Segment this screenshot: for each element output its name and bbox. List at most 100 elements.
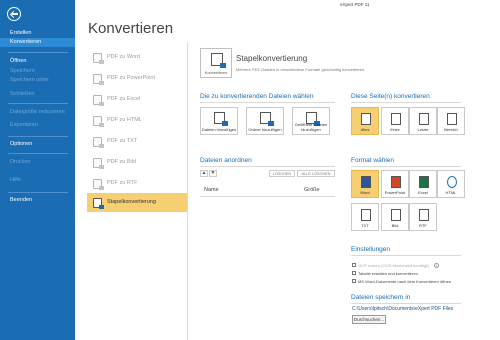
convert-item-html[interactable]: PDF zu HTML xyxy=(87,111,187,130)
pages-first-button[interactable]: Erste xyxy=(381,107,409,135)
sidebar-divider xyxy=(8,136,68,137)
pages-section-title: Diese Seite(n) konvertieren xyxy=(351,93,430,100)
ocr-option-label: OCR nutzen (OCR-Modul wird benötigt) xyxy=(358,263,429,268)
format-powerpoint-button[interactable]: PowerPoint xyxy=(381,170,409,198)
add-files-button[interactable]: Dateien hinzufügen xyxy=(200,107,238,135)
pages-all-button[interactable]: Alles xyxy=(351,107,379,135)
section-divider xyxy=(200,102,335,103)
batch-convert-icon xyxy=(211,53,226,68)
ocr-checkbox[interactable] xyxy=(352,263,356,267)
section-divider xyxy=(200,166,335,167)
txt-icon xyxy=(361,209,371,221)
format-txt-label: TXT xyxy=(361,222,369,228)
convert-item-label: PDF zu TXT xyxy=(107,138,138,144)
convert-item-label: PDF zu HTML xyxy=(107,117,142,123)
sidebar-item-erstellen[interactable]: Erstellen xyxy=(0,29,75,38)
image-icon xyxy=(391,209,401,221)
format-rtf-button[interactable]: RTF xyxy=(409,203,437,231)
add-open-files-button[interactable]: Geöffnete Dateien hinzufügen xyxy=(292,107,330,135)
sidebar-item-speichern-unter[interactable]: Speichern unter xyxy=(0,76,75,85)
excel-icon xyxy=(419,176,429,188)
batch-description: Mehrere PDF-Dateien in verschiedene Form… xyxy=(236,67,366,72)
add-folder-label: Ordner hinzufügen xyxy=(248,126,282,132)
delete-all-button[interactable]: ALLE LÖSCHEN xyxy=(297,170,335,177)
convert-item-powerpoint[interactable]: PDF zu PowerPoint xyxy=(87,69,187,88)
pages-last-button[interactable]: Letzte xyxy=(409,107,437,135)
open-word-checkbox[interactable] xyxy=(352,279,356,283)
batch-title: Stapelkonvertierung xyxy=(236,54,308,63)
table-checkbox[interactable] xyxy=(352,271,356,275)
sidebar-item-hilfe[interactable]: Hilfe xyxy=(0,176,75,185)
sidebar-item-schliessen[interactable]: Schließen xyxy=(0,90,75,99)
format-html-button[interactable]: HTML xyxy=(437,170,465,198)
sidebar-item-dateigroesse[interactable]: Dateigröße reduzieren xyxy=(0,108,75,117)
move-down-button[interactable]: ▼ xyxy=(209,170,217,177)
sidebar-divider xyxy=(8,52,68,53)
convert-item-label: PDF zu RTF xyxy=(107,180,138,186)
save-section-title: Dateien speichern in xyxy=(351,294,411,301)
format-image-label: Bild xyxy=(391,222,399,228)
convert-item-rtf[interactable]: PDF zu RTF xyxy=(87,174,187,193)
convert-item-label: Stapelkonvertierung xyxy=(107,199,156,205)
back-arrow-icon[interactable] xyxy=(7,7,21,21)
format-rtf-label: RTF xyxy=(419,222,427,228)
html-globe-icon xyxy=(447,176,457,188)
info-icon[interactable]: i xyxy=(434,263,439,268)
pages-all-label: Alles xyxy=(360,126,370,132)
sidebar-item-beenden[interactable]: Beenden xyxy=(0,196,75,205)
column-header-size[interactable]: Größe xyxy=(304,187,320,193)
sidebar-item-oeffnen[interactable]: Öffnen xyxy=(0,57,75,66)
sidebar-item-optionen[interactable]: Optionen xyxy=(0,140,75,149)
table-option-label: Tabelle erstellen und konvertieren xyxy=(358,271,418,276)
convert-big-button[interactable]: Konvertieren xyxy=(200,48,232,78)
convert-item-label: PDF zu Excel xyxy=(107,96,141,102)
format-section-title: Format wählen xyxy=(351,157,394,164)
convert-item-label: PDF zu Word xyxy=(107,54,140,60)
sidebar-item-drucken[interactable]: Drucken xyxy=(0,158,75,167)
pdf-to-txt-icon xyxy=(93,137,104,148)
pdf-to-powerpoint-icon xyxy=(93,74,104,85)
move-up-button[interactable]: ▲ xyxy=(200,170,208,177)
powerpoint-icon xyxy=(391,176,401,188)
column-header-name[interactable]: Name xyxy=(204,187,219,193)
open-word-option-label: MS Word-Dokumente nach dem Konvertieren … xyxy=(358,279,452,284)
last-page-icon xyxy=(419,113,429,125)
pdf-to-word-icon xyxy=(93,53,104,64)
convert-item-word[interactable]: PDF zu Word xyxy=(87,48,187,67)
pdf-to-html-icon xyxy=(93,116,104,127)
save-path: C:\Users\lpitsch\Documents\eXpert PDF Fi… xyxy=(352,306,454,312)
convert-item-stapel[interactable]: Stapelkonvertierung xyxy=(87,193,187,212)
format-image-button[interactable]: Bild xyxy=(381,203,409,231)
format-powerpoint-label: PowerPoint xyxy=(384,189,406,195)
delete-button[interactable]: LÖSCHEN xyxy=(269,170,295,177)
page-range-icon xyxy=(447,113,457,125)
browse-button[interactable]: Durchsuchen... xyxy=(352,315,386,324)
pages-range-button[interactable]: Bereich xyxy=(437,107,465,135)
convert-item-excel[interactable]: PDF zu Excel xyxy=(87,90,187,109)
pdf-to-image-icon xyxy=(93,158,104,169)
format-word-button[interactable]: Word xyxy=(351,170,379,198)
format-txt-button[interactable]: TXT xyxy=(351,203,379,231)
sidebar-divider xyxy=(8,153,68,154)
all-pages-icon xyxy=(361,113,371,125)
sidebar-item-konvertieren[interactable]: Konvertieren xyxy=(0,38,75,47)
convert-item-txt[interactable]: PDF zu TXT xyxy=(87,132,187,151)
pdf-to-rtf-icon xyxy=(93,179,104,190)
pages-first-label: Erste xyxy=(390,126,400,132)
first-page-icon xyxy=(391,113,401,125)
add-folder-button[interactable]: Ordner hinzufügen xyxy=(246,107,284,135)
convert-item-label: PDF zu PowerPoint xyxy=(107,75,155,81)
batch-convert-icon xyxy=(93,198,104,209)
format-word-label: Word xyxy=(360,189,370,195)
word-icon xyxy=(361,176,371,188)
table-header-divider xyxy=(200,196,335,197)
sidebar-divider xyxy=(8,103,68,104)
convert-big-button-label: Konvertieren xyxy=(204,70,228,75)
files-section-title: Die zu konvertierenden Dateien wählen xyxy=(200,93,314,100)
format-excel-button[interactable]: Excel xyxy=(409,170,437,198)
sidebar-item-exportieren[interactable]: Exportieren xyxy=(0,121,75,130)
pdf-to-excel-icon xyxy=(93,95,104,106)
sidebar-item-speichern[interactable]: Speichern xyxy=(0,67,75,76)
divider xyxy=(187,42,188,340)
convert-item-bild[interactable]: PDF zu Bild xyxy=(87,153,187,172)
